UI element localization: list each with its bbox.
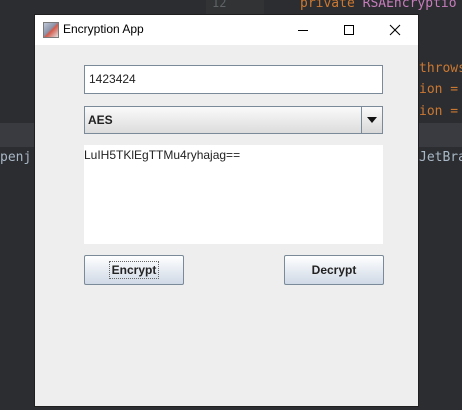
output-textarea[interactable]: LuIH5TKlEgTTMu4ryhajag==	[84, 145, 383, 244]
maximize-button[interactable]	[326, 15, 372, 45]
dropdown-arrow-button[interactable]	[361, 107, 382, 133]
java-app-icon	[43, 22, 59, 38]
algorithm-selected-value: AES	[88, 113, 113, 127]
encrypt-button[interactable]: Encrypt	[84, 255, 184, 285]
close-icon	[389, 24, 401, 36]
window-title: Encryption App	[63, 22, 144, 36]
ide-code-line-2: throws	[419, 61, 462, 76]
minimize-button[interactable]	[280, 15, 326, 45]
ide-fragment-right: JetBra	[419, 150, 462, 165]
ide-code-line-3: ion =	[419, 82, 459, 97]
algorithm-select[interactable]: AES	[84, 106, 383, 134]
chevron-down-icon	[367, 117, 377, 123]
minimize-icon	[298, 30, 308, 31]
ide-code-line-4: ion =	[419, 104, 459, 119]
ide-tab-strip-left	[0, 123, 36, 147]
encrypt-button-label: Encrypt	[108, 261, 160, 279]
ide-code-line-1: private RSAEncryptio	[300, 0, 457, 11]
decrypt-button-label: Decrypt	[311, 263, 357, 277]
title-bar[interactable]: Encryption App	[35, 15, 418, 45]
decrypt-button[interactable]: Decrypt	[284, 255, 384, 285]
key-input[interactable]: 1423424	[84, 65, 383, 94]
close-button[interactable]	[372, 15, 418, 45]
encryption-app-window: Encryption App 1423424 AES LuIH5TKlEgTTM…	[35, 15, 418, 406]
maximize-icon	[344, 25, 354, 35]
ide-tab-strip-right	[418, 123, 462, 147]
ide-fragment-left: penj	[0, 150, 32, 165]
ide-line-number: 12	[212, 0, 227, 10]
